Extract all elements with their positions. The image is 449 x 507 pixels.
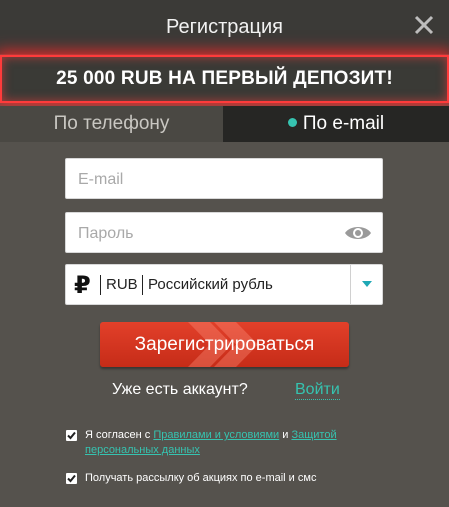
- currency-code: RUB: [106, 276, 138, 293]
- chevron-down-icon[interactable]: [362, 281, 372, 287]
- promo-text: 25 000 RUB НА ПЕРВЫЙ ДЕПОЗИТ!: [56, 68, 393, 89]
- register-button[interactable]: Зарегистрироваться: [100, 322, 349, 367]
- promo-banner: 25 000 RUB НА ПЕРВЫЙ ДЕПОЗИТ!: [0, 55, 449, 103]
- currency-select[interactable]: ₽ RUB Российский рубль: [65, 264, 383, 305]
- currency-name: Российский рубль: [148, 276, 273, 293]
- tab-email-label: По e-mail: [302, 113, 385, 134]
- newsletter-label: Получать рассылку об акциях по e-mail и …: [85, 472, 317, 484]
- terms-checkbox[interactable]: [66, 430, 77, 441]
- active-dot-icon: [287, 118, 297, 127]
- checkmark-icon: [67, 431, 76, 440]
- checkmark-icon: [67, 474, 76, 483]
- newsletter-checkbox[interactable]: [66, 473, 77, 484]
- divider: [142, 275, 143, 295]
- modal-title: Регистрация: [166, 16, 283, 38]
- registration-modal: Регистрация 25 000 RUB НА ПЕРВЫЙ ДЕПОЗИТ…: [0, 0, 449, 507]
- ruble-icon: ₽: [74, 272, 91, 299]
- password-field-wrapper: [65, 212, 383, 254]
- divider: [100, 275, 101, 295]
- email-field-wrapper: [65, 158, 383, 200]
- have-account-text: Уже есть аккаунт?: [112, 381, 248, 398]
- terms-link[interactable]: Правилами и условиями: [153, 429, 279, 441]
- modal-header: Регистрация: [0, 0, 449, 54]
- tab-phone-label: По телефону: [53, 113, 170, 134]
- login-link[interactable]: Войти: [295, 381, 340, 400]
- registration-tabs: По телефону По e-mail: [0, 106, 449, 142]
- close-icon[interactable]: [413, 14, 435, 36]
- password-field[interactable]: [76, 213, 350, 254]
- register-button-label: Зарегистрироваться: [134, 334, 315, 355]
- terms-prefix: Я согласен с: [85, 429, 154, 441]
- tab-phone[interactable]: По телефону: [0, 106, 223, 142]
- tab-email[interactable]: По e-mail: [223, 106, 449, 142]
- eye-icon[interactable]: [344, 224, 372, 242]
- terms-mid: и: [279, 429, 292, 441]
- terms-consent-text: Я согласен с Правилами и условиями и Защ…: [85, 428, 365, 458]
- newsletter-consent-text: Получать рассылку об акциях по e-mail и …: [85, 471, 385, 486]
- email-field[interactable]: [76, 159, 350, 200]
- dropdown-divider: [350, 265, 351, 304]
